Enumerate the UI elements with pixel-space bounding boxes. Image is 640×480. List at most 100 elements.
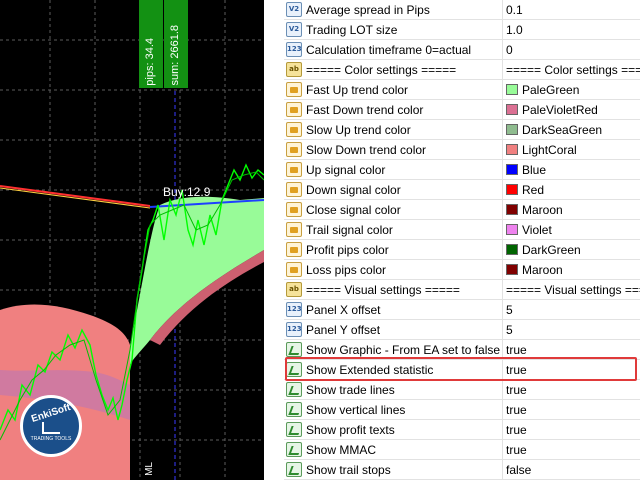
buy-trade-label: Buy:12.9 (163, 185, 211, 199)
column-separator (502, 280, 503, 299)
column-separator (502, 60, 503, 79)
color-swatch[interactable] (506, 244, 518, 255)
property-name: Show Graphic - From EA set to false (306, 343, 501, 357)
color-icon (286, 242, 302, 257)
property-row[interactable]: ab ===== Color settings ===== ===== Color … (284, 60, 640, 80)
column-separator (502, 300, 503, 319)
color-icon (286, 82, 302, 97)
property-value[interactable]: ===== Visual settings ===== (506, 283, 640, 297)
property-value[interactable]: PaleVioletRed (522, 103, 598, 117)
color-swatch[interactable] (506, 164, 518, 175)
property-name: Trail signal color (306, 223, 393, 237)
property-row[interactable]: ab ===== Visual settings ===== ===== Visua… (284, 280, 640, 300)
property-row[interactable]: Loss pips color Maroon (284, 260, 640, 280)
property-value[interactable]: true (506, 443, 527, 457)
property-name: Show profit texts (306, 423, 395, 437)
property-value[interactable]: Maroon (522, 203, 563, 217)
property-row[interactable]: Show MMAC true (284, 440, 640, 460)
color-icon (286, 162, 302, 177)
property-value[interactable]: 0.1 (506, 3, 523, 17)
property-value[interactable]: 1.0 (506, 23, 523, 37)
property-row[interactable]: 123 Panel Y offset 5 (284, 320, 640, 340)
property-value[interactable]: Violet (522, 223, 552, 237)
property-row[interactable]: Fast Up trend color PaleGreen (284, 80, 640, 100)
property-row[interactable]: 123 Calculation timeframe 0=actual 0 (284, 40, 640, 60)
column-separator (502, 360, 503, 379)
property-row[interactable]: V2 Average spread in Pips 0.1 (284, 0, 640, 20)
column-separator (502, 180, 503, 199)
property-value[interactable]: 5 (506, 303, 513, 317)
property-value[interactable]: Maroon (522, 263, 563, 277)
property-value[interactable]: true (506, 403, 527, 417)
color-swatch[interactable] (506, 264, 518, 275)
property-value[interactable]: true (506, 423, 527, 437)
property-value[interactable]: true (506, 363, 527, 377)
property-value[interactable]: true (506, 383, 527, 397)
property-row[interactable]: Down signal color Red (284, 180, 640, 200)
property-name: Down signal color (306, 183, 401, 197)
property-name: Loss pips color (306, 263, 387, 277)
property-value[interactable]: false (506, 463, 531, 477)
property-row[interactable]: Show trade lines true (284, 380, 640, 400)
symbol-fragment: ML (144, 462, 155, 476)
column-separator (502, 220, 503, 239)
column-separator (502, 40, 503, 59)
color-icon (286, 122, 302, 137)
property-row[interactable]: Fast Down trend color PaleVioletRed (284, 100, 640, 120)
property-row[interactable]: Show trail stops false (284, 460, 640, 480)
property-name: Fast Up trend color (306, 83, 409, 97)
property-value[interactable]: Red (522, 183, 544, 197)
property-row[interactable]: Show Extended statistic true (284, 360, 640, 380)
property-name: Show vertical lines (306, 403, 406, 417)
column-separator (502, 460, 503, 479)
color-swatch[interactable] (506, 204, 518, 215)
property-row[interactable]: Show Graphic - From EA set to false true (284, 340, 640, 360)
column-separator (502, 340, 503, 359)
property-name: Show Extended statistic (306, 363, 434, 377)
property-value[interactable]: ===== Color settings ===== (506, 63, 640, 77)
color-swatch[interactable] (506, 184, 518, 195)
column-separator (502, 320, 503, 339)
boolean-icon (286, 422, 302, 437)
trade-line-red (0, 185, 151, 207)
color-icon (286, 182, 302, 197)
property-value[interactable]: LightCoral (522, 143, 577, 157)
color-swatch[interactable] (506, 104, 518, 115)
column-separator (502, 240, 503, 259)
color-swatch[interactable] (506, 144, 518, 155)
property-value[interactable]: 0 (506, 43, 513, 57)
property-row[interactable]: Close signal color Maroon (284, 200, 640, 220)
property-row[interactable]: V2 Trading LOT size 1.0 (284, 20, 640, 40)
color-swatch[interactable] (506, 124, 518, 135)
column-separator (502, 440, 503, 459)
integer-icon: 123 (286, 42, 302, 57)
enkisoft-logo: EnkiSoft TRADING TOOLS (20, 395, 82, 457)
column-separator (502, 400, 503, 419)
property-row[interactable]: Slow Down trend color LightCoral (284, 140, 640, 160)
column-separator (502, 0, 503, 19)
property-value[interactable]: Blue (522, 163, 546, 177)
property-row[interactable]: Slow Up trend color DarkSeaGreen (284, 120, 640, 140)
property-row[interactable]: Up signal color Blue (284, 160, 640, 180)
property-row[interactable]: Profit pips color DarkGreen (284, 240, 640, 260)
property-row[interactable]: 123 Panel X offset 5 (284, 300, 640, 320)
color-swatch[interactable] (506, 84, 518, 95)
column-separator (502, 140, 503, 159)
property-value[interactable]: DarkGreen (522, 243, 581, 257)
color-swatch[interactable] (506, 224, 518, 235)
property-name: Up signal color (306, 163, 386, 177)
properties-grid[interactable]: V2 Average spread in Pips 0.1 V2 Trading LOT… (284, 0, 640, 480)
boolean-icon (286, 382, 302, 397)
property-value[interactable]: PaleGreen (522, 83, 579, 97)
property-name: ===== Color settings ===== (306, 63, 457, 77)
property-row[interactable]: Show vertical lines true (284, 400, 640, 420)
column-separator (502, 200, 503, 219)
property-row[interactable]: Show profit texts true (284, 420, 640, 440)
property-value[interactable]: 5 (506, 323, 513, 337)
logo-tagline: TRADING TOOLS (30, 436, 72, 442)
price-chart[interactable]: pips: 34.4 sum: 2661.8 Buy:12.9 ML EnkiS… (0, 0, 264, 480)
property-row[interactable]: Trail signal color Violet (284, 220, 640, 240)
column-separator (502, 120, 503, 139)
property-value[interactable]: DarkSeaGreen (522, 123, 602, 137)
property-value[interactable]: true (506, 343, 527, 357)
